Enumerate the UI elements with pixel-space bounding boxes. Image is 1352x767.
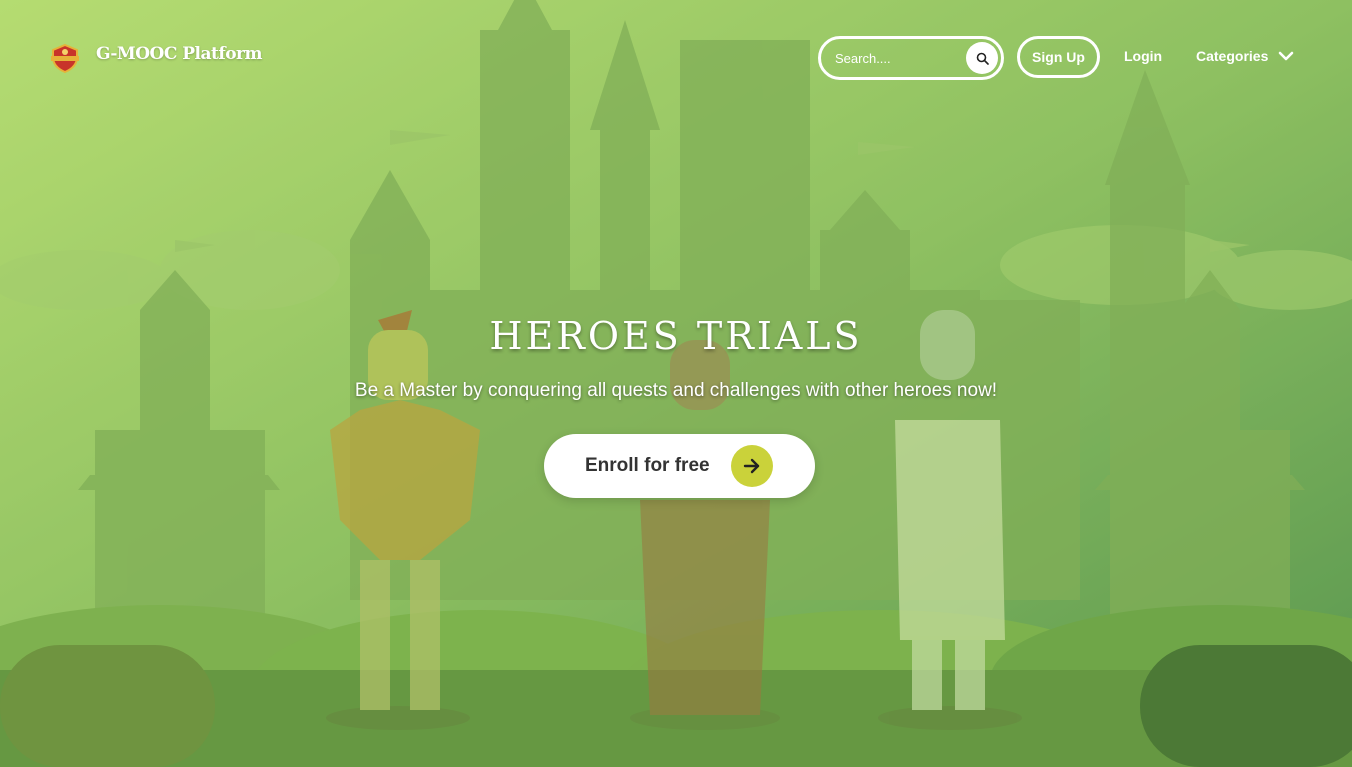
arrow-right-icon [731, 445, 773, 487]
chevron-down-icon [1279, 51, 1294, 61]
categories-dropdown[interactable]: Categories [1196, 48, 1294, 64]
search-box [818, 36, 1004, 80]
search-icon [976, 52, 989, 65]
hero-subtitle: Be a Master by conquering all quests and… [354, 380, 998, 401]
crest-shield-icon[interactable] [50, 43, 80, 73]
top-navigation: G-MOOC Platform Sign Up Login Categories [0, 0, 1352, 110]
sign-up-button[interactable]: Sign Up [1017, 36, 1100, 78]
search-input[interactable] [835, 49, 965, 67]
categories-label: Categories [1196, 48, 1269, 64]
brand-name[interactable]: G-MOOC Platform [96, 44, 262, 64]
enroll-label: Enroll for free [585, 455, 710, 476]
login-link[interactable]: Login [1124, 48, 1162, 64]
hero-title: HEROES TRIALS [489, 314, 863, 358]
enroll-button[interactable]: Enroll for free [544, 434, 815, 498]
search-button[interactable] [966, 42, 998, 74]
